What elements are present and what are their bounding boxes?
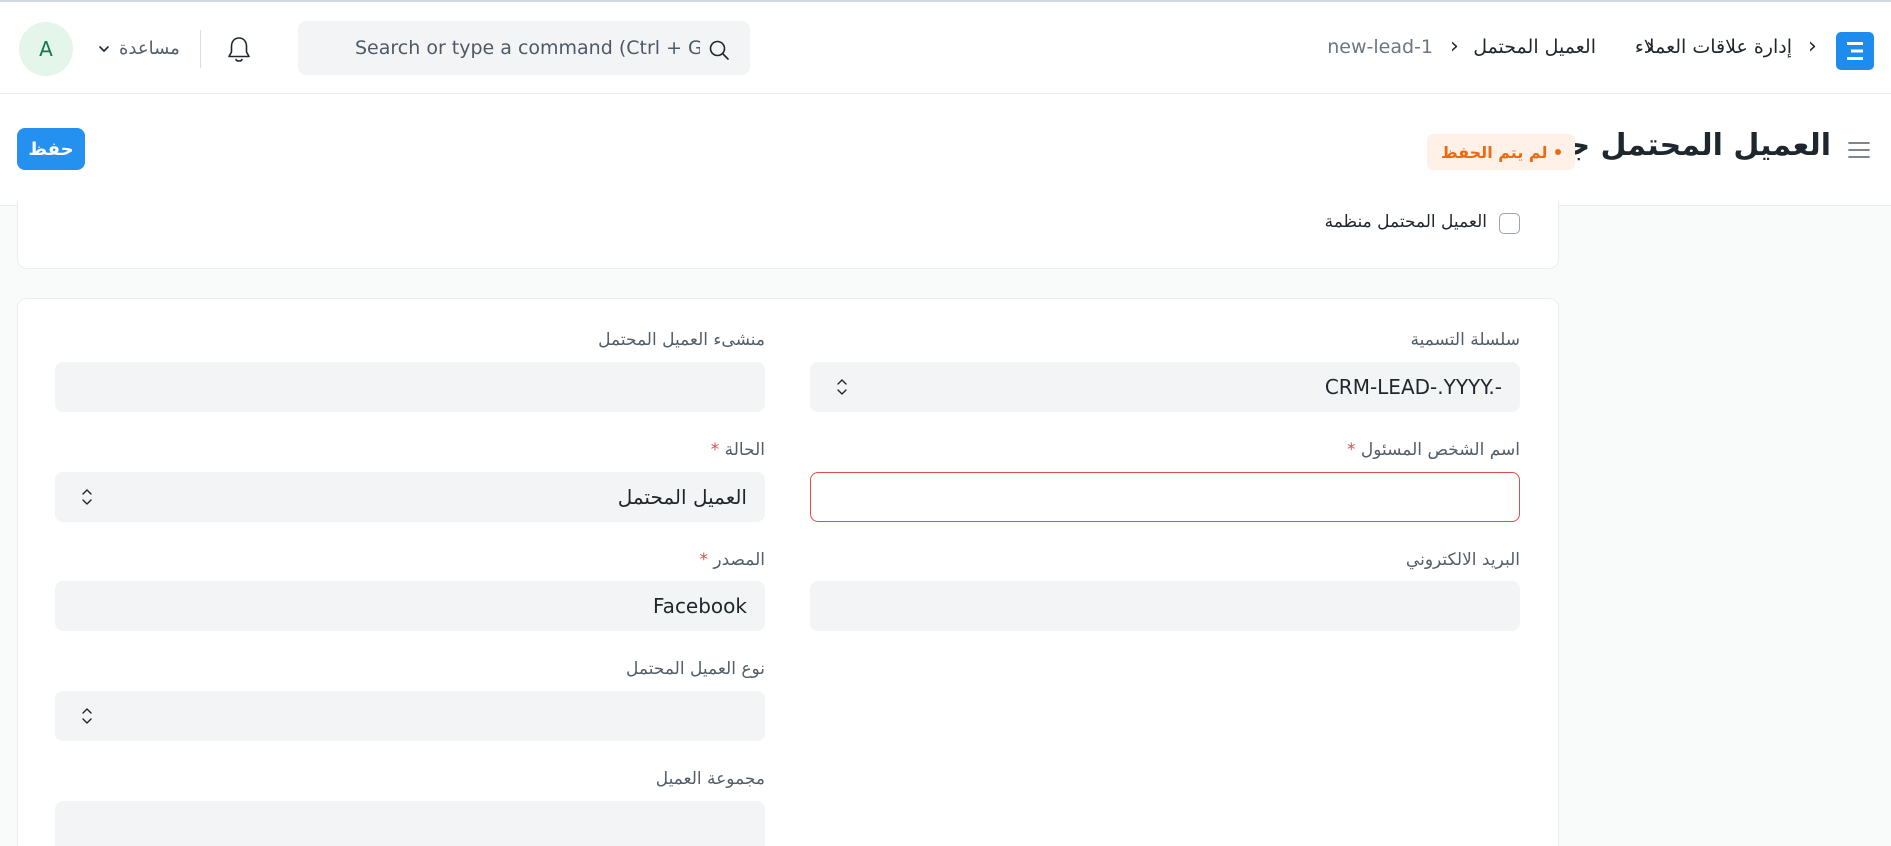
source-label: المصدر *: [699, 550, 765, 570]
avatar[interactable]: A: [19, 22, 73, 76]
status-label-text: الحالة: [724, 440, 765, 460]
status-value: العميل المحتمل: [617, 485, 747, 509]
help-label: مساعدة: [119, 38, 180, 59]
status-badge-label: لم يتم الحفظ: [1441, 142, 1548, 162]
required-marker: *: [710, 440, 720, 460]
search-icon: [709, 40, 729, 60]
awesomebar: [298, 21, 750, 75]
lead-type-label: نوع العميل المحتمل: [626, 659, 765, 679]
lead-owner-field[interactable]: [55, 362, 765, 412]
source-value: Facebook: [653, 594, 747, 618]
required-marker: *: [1346, 440, 1356, 460]
bell-icon[interactable]: [225, 35, 253, 65]
select-arrows-icon: [82, 489, 92, 505]
naming-series-value: CRM-LEAD-.YYYY.-: [1324, 375, 1502, 399]
lead-owner-label: منشىء العميل المحتمل: [598, 330, 765, 350]
status-label: الحالة *: [711, 440, 765, 460]
breadcrumb-separator: ›: [1808, 34, 1817, 59]
source-field[interactable]: Facebook: [55, 581, 765, 631]
chevron-down-icon: [99, 45, 109, 52]
person-name-input[interactable]: [810, 472, 1520, 522]
status-badge: لم يتم الحفظ: [1427, 134, 1576, 170]
menu-icon[interactable]: [1846, 138, 1872, 162]
select-arrows-icon: [82, 708, 92, 724]
email-input[interactable]: [810, 581, 1520, 631]
breadcrumb-lead[interactable]: العميل المحتمل: [1473, 36, 1596, 58]
navbar-divider: [200, 30, 201, 68]
naming-series-label: سلسلة التسمية: [1410, 330, 1520, 350]
customer-group-field[interactable]: [55, 801, 765, 846]
org-checkbox-label: العميل المحتمل منظمة: [1324, 212, 1487, 232]
status-select[interactable]: العميل المحتمل: [55, 472, 765, 522]
person-name-label-text: اسم الشخص المسئول: [1360, 440, 1520, 460]
source-label-text: المصدر: [713, 550, 765, 570]
breadcrumb-separator: ›: [1646, 34, 1655, 59]
lead-type-select[interactable]: [55, 691, 765, 741]
email-label: البريد الالكتروني: [1405, 550, 1520, 570]
lead-org-section: [17, 200, 1559, 269]
help-dropdown[interactable]: مساعدة: [97, 38, 180, 59]
required-marker: *: [699, 550, 708, 570]
select-arrows-icon: [837, 379, 847, 395]
person-name-label: اسم الشخص المسئول *: [1347, 440, 1520, 460]
page-head: العميل المحتمل جديد لم يتم الحفظ حفظ: [0, 94, 1891, 206]
save-button[interactable]: حفظ: [17, 128, 85, 170]
navbar: › إدارة علاقات العملاء › العميل المحتمل …: [0, 2, 1891, 94]
search-input[interactable]: [298, 21, 750, 75]
breadcrumb-crm[interactable]: إدارة علاقات العملاء: [1635, 36, 1792, 58]
customer-group-label: مجموعة العميل: [655, 769, 765, 789]
naming-series-select[interactable]: CRM-LEAD-.YYYY.-: [810, 362, 1520, 412]
breadcrumb-separator: ›: [1450, 34, 1459, 59]
breadcrumb-current: new-lead-1: [1327, 36, 1433, 58]
org-checkbox[interactable]: [1499, 213, 1520, 234]
status-dot-icon: [1555, 149, 1562, 155]
erpnext-logo-icon[interactable]: [1836, 32, 1874, 70]
